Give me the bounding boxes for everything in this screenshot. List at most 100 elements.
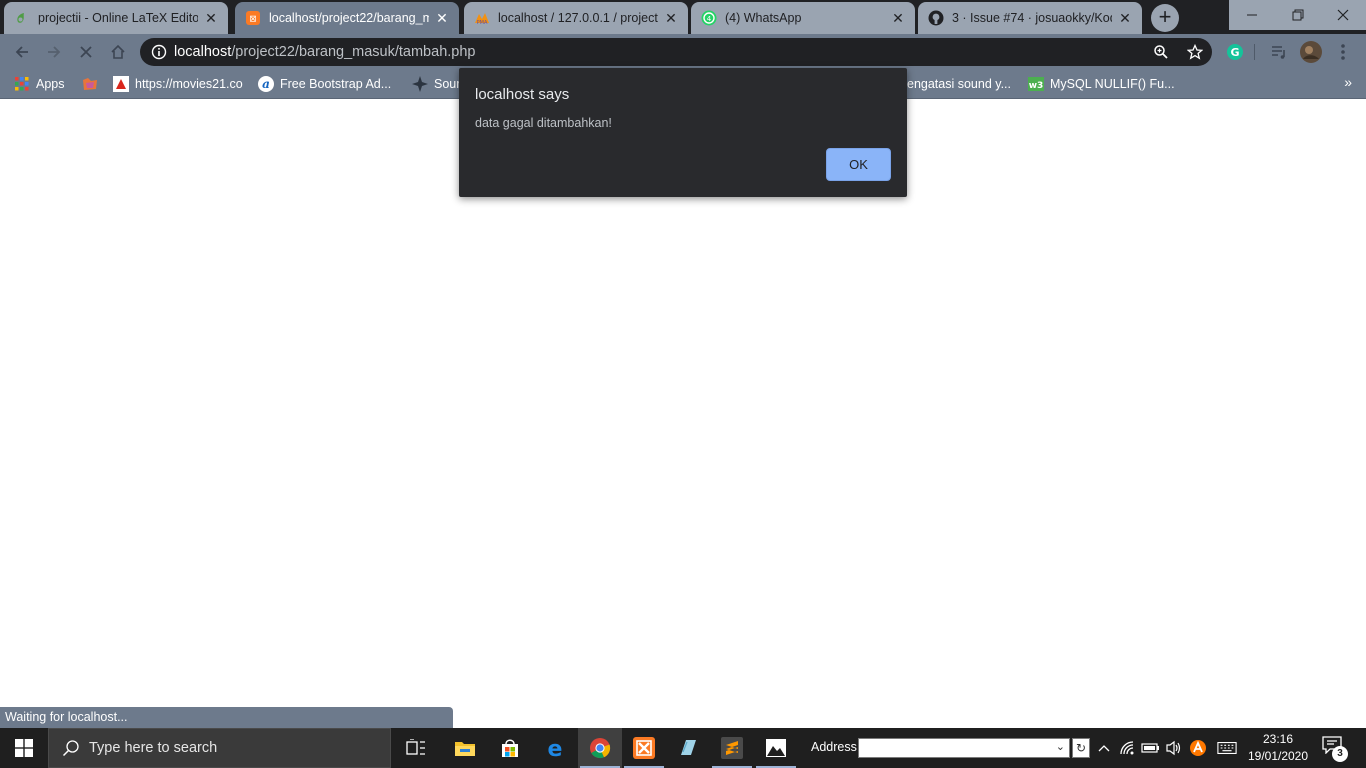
notepad-icon	[681, 740, 696, 755]
back-button[interactable]	[10, 40, 34, 64]
tab-whatsapp[interactable]: 4 (4) WhatsApp ✕	[691, 2, 915, 34]
source-icon	[412, 76, 428, 92]
sublime-icon	[721, 737, 743, 759]
bookmark-label: Free Bootstrap Ad...	[280, 77, 392, 91]
volume-icon[interactable]	[1164, 738, 1184, 758]
svg-text:w3: w3	[1029, 81, 1044, 91]
xampp-icon: ⊠	[245, 10, 261, 26]
home-button[interactable]	[106, 40, 130, 64]
tab-title: projectii - Online LaTeX Editor O	[38, 11, 198, 25]
tab-title: localhost / 127.0.0.1 / project22	[498, 11, 658, 25]
toolbar-divider	[1254, 44, 1255, 60]
taskbar-chrome[interactable]	[578, 728, 622, 768]
tab-title: 3 · Issue #74 · josuaokky/Kode	[952, 11, 1112, 25]
tab-close-icon[interactable]: ✕	[1116, 9, 1134, 27]
profile-avatar[interactable]	[1299, 40, 1323, 64]
clock-time: 23:16	[1262, 732, 1294, 746]
taskbar-file-explorer[interactable]	[443, 728, 487, 768]
menu-kebab-icon[interactable]	[1331, 40, 1355, 64]
action-center-button[interactable]: 3	[1322, 736, 1348, 762]
bookmark-free-bootstrap[interactable]: a Free Bootstrap Ad...	[258, 74, 391, 94]
windows-logo-icon	[15, 739, 33, 757]
bookmark-mysql-nullif[interactable]: w3 MySQL NULLIF() Fu...	[1028, 74, 1175, 94]
tab-phpmyadmin[interactable]: PMA localhost / 127.0.0.1 / project22 ✕	[464, 2, 688, 34]
bookmark-mengatasi-sound[interactable]: engatasi sound y...	[907, 74, 1011, 94]
search-placeholder: Type here to search	[89, 740, 218, 756]
tab-close-icon[interactable]: ✕	[889, 9, 907, 27]
xampp-icon	[633, 737, 655, 759]
dialog-message: data gagal ditambahkan!	[475, 116, 612, 130]
new-tab-button[interactable]: +	[1151, 4, 1179, 32]
taskbar-photos[interactable]	[754, 728, 798, 768]
forward-button[interactable]	[42, 40, 66, 64]
svg-text:a: a	[262, 77, 270, 91]
bookmark-label: https://movies21.co	[135, 77, 243, 91]
close-window-button[interactable]	[1320, 0, 1366, 30]
edge-icon: e	[548, 737, 563, 759]
bootstrap-a-icon: a	[258, 76, 274, 92]
taskbar-search-box[interactable]: Type here to search	[48, 728, 391, 768]
grammarly-icon[interactable]: G	[1223, 40, 1247, 64]
start-button[interactable]	[0, 728, 48, 768]
restore-button[interactable]	[1275, 0, 1321, 30]
battery-icon[interactable]	[1141, 738, 1161, 758]
bookmark-folder[interactable]	[82, 74, 104, 94]
photos-icon	[766, 739, 786, 757]
notification-badge: 3	[1332, 746, 1348, 762]
address-toolbar-label: Address	[811, 740, 857, 754]
bookmarks-overflow-icon[interactable]: »	[1344, 74, 1352, 90]
taskbar-xampp[interactable]	[622, 728, 666, 768]
browser-toolbar: localhost/project22/barang_masuk/tambah.…	[0, 34, 1366, 70]
phpmyadmin-icon: PMA	[474, 10, 490, 26]
store-bag-icon	[502, 739, 518, 757]
keyboard-icon[interactable]	[1217, 738, 1237, 758]
media-queue-icon[interactable]	[1267, 40, 1291, 64]
avast-icon[interactable]	[1188, 738, 1208, 758]
tab-strip: projectii - Online LaTeX Editor O ✕ ⊠ lo…	[0, 0, 1366, 34]
stop-loading-button[interactable]	[74, 40, 98, 64]
address-toolbar-input[interactable]: ⌄	[858, 738, 1070, 758]
taskbar-clock[interactable]: 23:16 19/01/2020	[1246, 731, 1310, 765]
tab-close-icon[interactable]: ✕	[433, 9, 451, 27]
minimize-button[interactable]	[1229, 0, 1275, 30]
network-icon[interactable]	[1118, 738, 1138, 758]
taskbar-edge[interactable]: e	[533, 728, 577, 768]
task-view-button[interactable]	[394, 728, 438, 768]
bookmark-source[interactable]: Sour	[412, 74, 460, 94]
svg-text:PMA: PMA	[477, 20, 488, 25]
movies-icon	[113, 76, 129, 92]
folder-icon	[455, 742, 475, 756]
show-hidden-icons-chevron[interactable]	[1094, 738, 1114, 758]
address-bar[interactable]: localhost/project22/barang_masuk/tambah.…	[140, 38, 1212, 66]
site-info-icon[interactable]	[150, 43, 168, 61]
tab-title: (4) WhatsApp	[725, 11, 802, 25]
overleaf-icon	[14, 10, 30, 26]
chevron-down-icon[interactable]: ⌄	[1056, 740, 1065, 753]
svg-text:G: G	[1230, 46, 1239, 59]
bookmark-apps[interactable]: Apps	[14, 74, 65, 94]
tab-title: localhost/project22/barang_masuk/	[269, 11, 429, 25]
bookmark-star-icon[interactable]	[1186, 43, 1204, 61]
svg-text:4: 4	[707, 15, 712, 23]
taskbar-microsoft-store[interactable]	[488, 728, 532, 768]
tab-github-issue[interactable]: 3 · Issue #74 · josuaokky/Kode ✕	[918, 2, 1142, 34]
tab-close-icon[interactable]: ✕	[202, 9, 220, 27]
address-go-button[interactable]: ↻	[1072, 738, 1090, 758]
search-icon	[61, 738, 81, 758]
bookmark-label: Sour	[434, 77, 461, 91]
url-host: localhost	[174, 44, 232, 60]
svg-text:e: e	[548, 737, 563, 759]
whatsapp-icon: 4	[701, 10, 717, 26]
bookmark-movies21[interactable]: https://movies21.co	[113, 74, 243, 94]
tab-localhost-barang-masuk[interactable]: ⊠ localhost/project22/barang_masuk/ ✕	[235, 2, 459, 34]
tab-overleaf[interactable]: projectii - Online LaTeX Editor O ✕	[4, 2, 228, 34]
bookmark-label: Apps	[36, 77, 65, 91]
taskbar-notepad[interactable]	[666, 728, 710, 768]
bookmark-label: MySQL NULLIF() Fu...	[1050, 77, 1175, 91]
zoom-icon[interactable]	[1152, 43, 1170, 61]
ok-button[interactable]: OK	[826, 148, 891, 181]
taskbar-sublime-text[interactable]	[710, 728, 754, 768]
tab-close-icon[interactable]: ✕	[662, 9, 680, 27]
windows-taskbar: Type here to search e Address ⌄ ↻ 23:16 …	[0, 728, 1366, 768]
svg-text:⊠: ⊠	[249, 15, 257, 25]
